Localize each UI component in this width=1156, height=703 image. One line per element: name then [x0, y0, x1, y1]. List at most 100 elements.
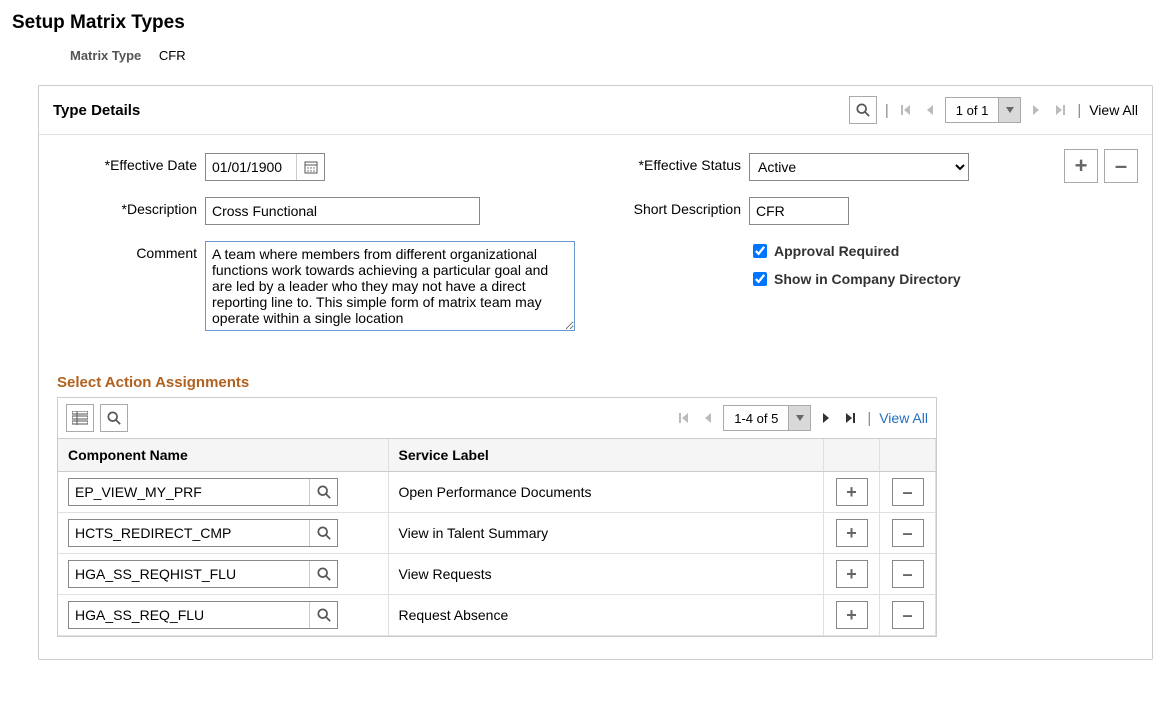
- last-page-button[interactable]: [1051, 101, 1069, 119]
- calendar-icon: [304, 160, 318, 174]
- action-assignments-grid: 1-4 of 5 | View All Component Name: [57, 397, 937, 637]
- delete-row-button[interactable]: –: [892, 560, 924, 588]
- component-name-input[interactable]: [69, 520, 309, 546]
- search-icon: [317, 526, 331, 540]
- lookup-button[interactable]: [309, 561, 337, 587]
- toolbar-divider: |: [867, 410, 871, 427]
- toolbar-divider: |: [885, 102, 889, 119]
- matrix-type-value: CFR: [159, 48, 186, 63]
- delete-row-button[interactable]: –: [892, 601, 924, 629]
- grid-page-indicator[interactable]: 1-4 of 5: [723, 405, 811, 431]
- search-icon: [317, 567, 331, 581]
- add-row-button[interactable]: +: [836, 560, 868, 588]
- add-row-button[interactable]: +: [836, 478, 868, 506]
- chevron-down-icon: [788, 406, 810, 430]
- component-name-input[interactable]: [69, 561, 309, 587]
- effective-date-field[interactable]: [205, 153, 325, 181]
- lookup-button[interactable]: [309, 520, 337, 546]
- approval-required-checkbox[interactable]: [753, 244, 767, 258]
- service-label-cell: Open Performance Documents: [388, 472, 824, 513]
- component-name-field[interactable]: [68, 478, 338, 506]
- type-details-body: + – *Effective Date *Effective Status: [39, 135, 1152, 659]
- show-in-directory-label: Show in Company Directory: [774, 271, 961, 287]
- component-name-input[interactable]: [69, 602, 309, 628]
- short-description-input[interactable]: [749, 197, 849, 225]
- calendar-button[interactable]: [296, 154, 324, 180]
- prev-icon: [704, 413, 712, 423]
- search-icon: [107, 411, 121, 425]
- delete-row-button[interactable]: –: [892, 519, 924, 547]
- grid-search-button[interactable]: [100, 404, 128, 432]
- comment-label: Comment: [57, 241, 197, 261]
- table-row: Request Absence+–: [58, 595, 936, 636]
- matrix-type-row: Matrix Type CFR: [70, 48, 1144, 63]
- type-details-section: Type Details | 1 of 1: [38, 85, 1153, 660]
- effective-date-input[interactable]: [206, 154, 296, 180]
- grid-toolbar: 1-4 of 5 | View All: [58, 398, 936, 439]
- description-input[interactable]: [205, 197, 480, 225]
- component-name-field[interactable]: [68, 519, 338, 547]
- view-all-link[interactable]: View All: [1089, 102, 1138, 118]
- short-description-label: Short Description: [581, 197, 741, 217]
- comment-textarea[interactable]: [205, 241, 575, 331]
- col-service-label-header[interactable]: Service Label: [388, 439, 824, 472]
- type-details-header: Type Details | 1 of 1: [39, 86, 1152, 135]
- add-button[interactable]: +: [1064, 149, 1098, 183]
- matrix-type-label: Matrix Type: [70, 48, 141, 63]
- component-name-input[interactable]: [69, 479, 309, 505]
- action-assignments-title: Select Action Assignments: [57, 374, 1134, 391]
- search-icon: [317, 485, 331, 499]
- delete-button[interactable]: –: [1104, 149, 1138, 183]
- delete-row-button[interactable]: –: [892, 478, 924, 506]
- show-in-directory-checkbox[interactable]: [753, 272, 767, 286]
- effective-status-select[interactable]: Active: [749, 153, 969, 181]
- grid-page-text: 1-4 of 5: [724, 411, 788, 426]
- first-page-button[interactable]: [897, 101, 915, 119]
- lookup-button[interactable]: [309, 602, 337, 628]
- add-row-button[interactable]: +: [836, 601, 868, 629]
- page-title: Setup Matrix Types: [12, 12, 1144, 34]
- first-icon: [901, 105, 911, 115]
- grid-first-button[interactable]: [675, 409, 693, 427]
- plus-icon: +: [1075, 153, 1088, 179]
- prev-page-button[interactable]: [921, 101, 939, 119]
- effective-status-label: *Effective Status: [581, 153, 741, 173]
- search-icon: [317, 608, 331, 622]
- toolbar-divider: |: [1077, 102, 1081, 119]
- approval-required-row[interactable]: Approval Required: [749, 241, 999, 261]
- table-row: View Requests +–: [58, 554, 936, 595]
- next-icon: [1032, 105, 1040, 115]
- grid-next-button[interactable]: [817, 409, 835, 427]
- search-button[interactable]: [849, 96, 877, 124]
- chevron-down-icon: [998, 98, 1020, 122]
- page-indicator[interactable]: 1 of 1: [945, 97, 1022, 123]
- approval-required-label: Approval Required: [774, 243, 899, 259]
- show-in-directory-row[interactable]: Show in Company Directory: [749, 269, 999, 289]
- row-actions-top: + –: [1064, 149, 1138, 183]
- col-component-header[interactable]: Component Name: [58, 439, 388, 472]
- type-details-title: Type Details: [53, 102, 849, 119]
- action-assignments-table: Component Name Service Label Open Perfor…: [58, 439, 936, 636]
- grid-settings-button[interactable]: [66, 404, 94, 432]
- service-label-cell: View in Talent Summary: [388, 513, 824, 554]
- service-label-cell: View Requests: [388, 554, 824, 595]
- form-grid: *Effective Date *Effective Status Active…: [57, 153, 1134, 334]
- search-icon: [856, 103, 870, 117]
- lookup-button[interactable]: [309, 479, 337, 505]
- component-name-field[interactable]: [68, 601, 338, 629]
- last-icon: [845, 413, 855, 423]
- grid-settings-icon: [72, 411, 88, 425]
- table-row: View in Talent Summary +–: [58, 513, 936, 554]
- component-name-field[interactable]: [68, 560, 338, 588]
- grid-last-button[interactable]: [841, 409, 859, 427]
- minus-icon: –: [1115, 153, 1127, 179]
- page-indicator-text: 1 of 1: [946, 103, 999, 118]
- grid-prev-button[interactable]: [699, 409, 717, 427]
- effective-date-label: *Effective Date: [57, 153, 197, 173]
- grid-view-all-link[interactable]: View All: [879, 410, 928, 426]
- first-icon: [679, 413, 689, 423]
- next-page-button[interactable]: [1027, 101, 1045, 119]
- last-icon: [1055, 105, 1065, 115]
- add-row-button[interactable]: +: [836, 519, 868, 547]
- next-icon: [822, 413, 830, 423]
